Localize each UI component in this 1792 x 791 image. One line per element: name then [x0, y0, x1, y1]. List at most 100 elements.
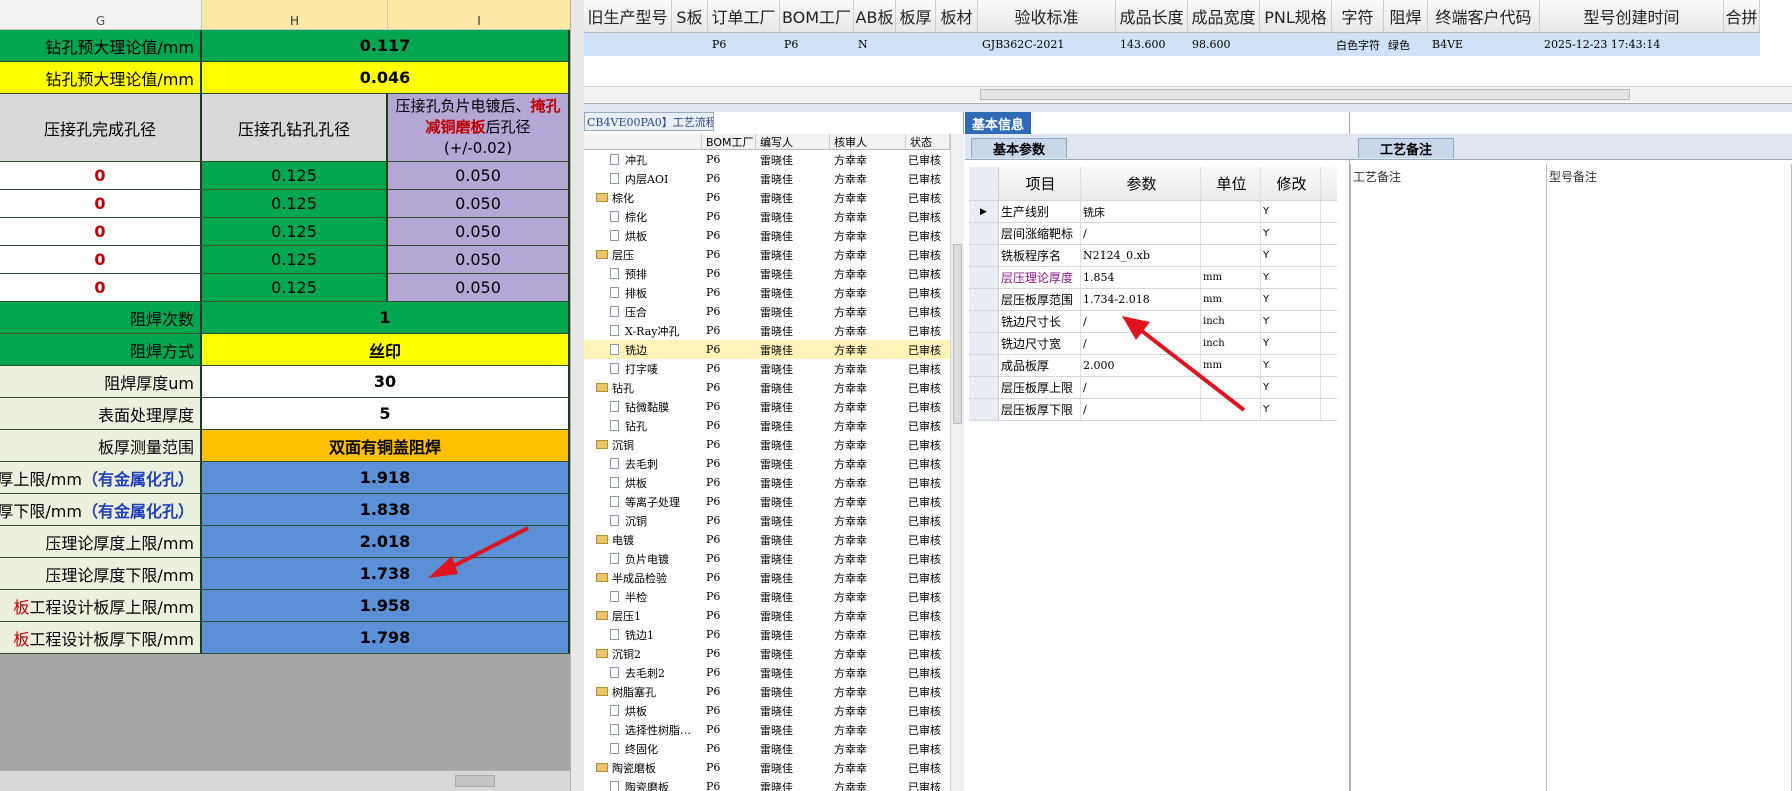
param-modify[interactable]: Y [1261, 377, 1321, 398]
grid-horizontal-scrollbar[interactable] [584, 86, 1792, 102]
cell-value[interactable]: 5 [202, 398, 570, 429]
tree-node[interactable]: 去毛刺2 [584, 665, 702, 681]
param-value[interactable]: 1.734-2.018 [1081, 289, 1201, 310]
param-value[interactable]: / [1081, 399, 1201, 420]
cell-value[interactable]: 1 [202, 302, 570, 333]
tree-row[interactable]: 等离子处理 P6 雷晓佳 方幸幸 已审核 [584, 492, 950, 511]
tree-node[interactable]: 半检 [584, 589, 702, 605]
tree-node[interactable]: 钻孔 [584, 380, 702, 396]
model-remark-field[interactable]: 型号备注 [1547, 164, 1792, 791]
tree-node[interactable]: 棕化 [584, 209, 702, 225]
grid-column-header[interactable]: 订单工厂 [708, 0, 780, 32]
cell-value[interactable]: 1.918 [202, 462, 570, 493]
tree-row[interactable]: 排板 P6 雷晓佳 方幸幸 已审核 [584, 283, 950, 302]
splitter[interactable] [584, 104, 1792, 112]
tree-node[interactable]: 半成品检验 [584, 570, 702, 586]
cell-value[interactable]: 丝印 [202, 334, 570, 365]
tree-column-header[interactable] [584, 134, 702, 149]
tree-node[interactable]: 等离子处理 [584, 494, 702, 510]
param-modify[interactable]: Y [1261, 223, 1321, 244]
cell-value[interactable]: 2.018 [202, 526, 570, 557]
vertical-scrollbar[interactable] [570, 0, 584, 791]
param-modify[interactable]: Y [1261, 355, 1321, 376]
tab-basic-params[interactable]: 基本参数 [971, 138, 1067, 158]
grid-cell[interactable]: 2025-12-23 17:43:14 [1540, 33, 1724, 56]
param-modify[interactable]: Y [1261, 201, 1321, 222]
grid-cell[interactable] [896, 33, 936, 56]
tree-vertical-scrollbar[interactable] [950, 134, 964, 791]
tree-row[interactable]: 电镀 P6 雷晓佳 方幸幸 已审核 [584, 530, 950, 549]
param-modify[interactable]: Y [1261, 311, 1321, 332]
param-value[interactable]: / [1081, 333, 1201, 354]
tree-node[interactable]: 陶瓷磨板 [584, 779, 702, 791]
tree-row[interactable]: 沉铜2 P6 雷晓佳 方幸幸 已审核 [584, 644, 950, 663]
cell-value[interactable]: 30 [202, 366, 570, 397]
cell-label[interactable]: 板工程设计板厚下限/mm [0, 622, 202, 653]
tree-node[interactable]: X-Ray冲孔 [584, 323, 702, 339]
grid-column-header[interactable]: S板 [672, 0, 708, 32]
tree-row[interactable]: 陶瓷磨板 P6 雷晓佳 方幸幸 已审核 [584, 777, 950, 791]
tab-basic-info[interactable]: 基本信息 [965, 112, 1031, 134]
cell-label[interactable]: 阻焊厚度um [0, 366, 202, 397]
params-row[interactable]: ▶ 生产线别 铣床 Y [969, 201, 1337, 223]
cell-value[interactable]: 0.050 [388, 190, 570, 217]
params-row[interactable]: 铣边尺寸宽 / inch Y [969, 333, 1337, 355]
params-row[interactable]: 铣边尺寸长 / inch Y [969, 311, 1337, 333]
scroll-thumb[interactable] [455, 775, 495, 787]
tree-row[interactable]: 预排 P6 雷晓佳 方幸幸 已审核 [584, 264, 950, 283]
tree-row[interactable]: 冲孔 P6 雷晓佳 方幸幸 已审核 [584, 150, 950, 169]
param-value[interactable]: / [1081, 311, 1201, 332]
tree-node[interactable]: 树脂塞孔 [584, 684, 702, 700]
grid-column-header[interactable]: 阻焊 [1384, 0, 1428, 32]
tree-node[interactable]: 冲孔 [584, 152, 702, 168]
scroll-thumb[interactable] [953, 244, 962, 424]
column-header-g[interactable]: G [0, 0, 202, 29]
tree-row[interactable]: 去毛刺2 P6 雷晓佳 方幸幸 已审核 [584, 663, 950, 682]
tree-row[interactable]: 钻孔 P6 雷晓佳 方幸幸 已审核 [584, 378, 950, 397]
tree-row[interactable]: 钻微黏膜 P6 雷晓佳 方幸幸 已审核 [584, 397, 950, 416]
tree-node[interactable]: 钻孔 [584, 418, 702, 434]
params-row[interactable]: 层压板厚上限 / Y [969, 377, 1337, 399]
tree-row[interactable]: 烘板 P6 雷晓佳 方幸幸 已审核 [584, 473, 950, 492]
scroll-thumb[interactable] [980, 89, 1630, 100]
params-row[interactable]: 层压板厚范围 1.734-2.018 mm Y [969, 289, 1337, 311]
tree-row[interactable]: 铣边 P6 雷晓佳 方幸幸 已审核 [584, 340, 950, 359]
params-row[interactable]: 成品板厚 2.000 mm Y [969, 355, 1337, 377]
tree-row[interactable]: 棕化 P6 雷晓佳 方幸幸 已审核 [584, 207, 950, 226]
cell-label[interactable]: 阻焊方式 [0, 334, 202, 365]
cell-value[interactable]: 压接孔钻孔孔径 [202, 94, 388, 161]
tree-node[interactable]: 电镀 [584, 532, 702, 548]
grid-cell[interactable]: 白色字符 [1332, 33, 1384, 56]
grid-row-selected[interactable]: P6 P6 N GJB362C-2021 143.600 98.600 白色字符 绿色 B4VE… [584, 33, 1760, 56]
params-column-header[interactable]: 修改 [1261, 167, 1321, 200]
tree-node[interactable]: 棕化 [584, 190, 702, 206]
tree-node[interactable]: 铣边1 [584, 627, 702, 643]
tree-node[interactable]: 压合 [584, 304, 702, 320]
cell-value[interactable]: 0.125 [202, 162, 388, 189]
grid-column-header[interactable]: 合拼 [1724, 0, 1760, 32]
grid-column-header[interactable]: AB板 [854, 0, 896, 32]
grid-cell[interactable] [936, 33, 978, 56]
tree-node[interactable]: 负片电镀 [584, 551, 702, 567]
param-value[interactable]: 铣床 [1081, 201, 1201, 222]
tree-row[interactable]: 沉铜 P6 雷晓佳 方幸幸 已审核 [584, 435, 950, 454]
cell-value[interactable]: 0.050 [388, 162, 570, 189]
grid-column-header[interactable]: 板材 [936, 0, 978, 32]
cell-label[interactable]: 板厚上限/mm（有金属化孔） [0, 462, 202, 493]
cell-value[interactable]: 0.125 [202, 190, 388, 217]
cell-label[interactable]: 表面处理厚度 [0, 398, 202, 429]
cell-label[interactable]: 板厚测量范围 [0, 430, 202, 461]
cell-value[interactable]: 0.125 [202, 274, 388, 301]
tree-node[interactable]: 内层AOI [584, 171, 702, 187]
tree-node[interactable]: 烘板 [584, 228, 702, 244]
cell-value[interactable]: 0.050 [388, 218, 570, 245]
cell-value[interactable]: 0.050 [388, 246, 570, 273]
tree-node[interactable]: 沉铜2 [584, 646, 702, 662]
cell-label[interactable]: 板厚下限/mm（有金属化孔） [0, 494, 202, 525]
params-column-header[interactable]: 项目 [999, 167, 1081, 200]
cell-label[interactable]: 0 [0, 246, 202, 273]
grid-column-header[interactable]: 成品宽度 [1188, 0, 1260, 32]
tree-node[interactable]: 打字唛 [584, 361, 702, 377]
cell-value[interactable]: 1.838 [202, 494, 570, 525]
tree-row[interactable]: X-Ray冲孔 P6 雷晓佳 方幸幸 已审核 [584, 321, 950, 340]
